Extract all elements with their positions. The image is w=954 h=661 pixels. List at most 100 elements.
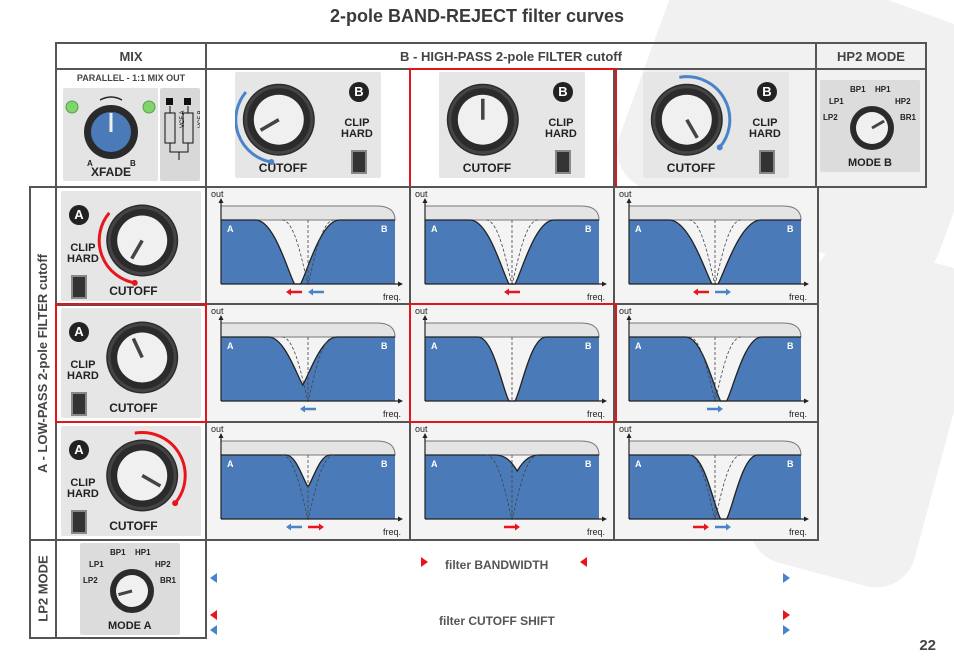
clip-hard-switch[interactable] xyxy=(71,510,87,534)
page-number: 22 xyxy=(919,637,936,654)
led-a-icon xyxy=(65,100,79,114)
mode-option-hp2: HP2 xyxy=(155,560,171,569)
label-b: B xyxy=(787,224,794,234)
filter-curve-chart: out freq. A B xyxy=(211,424,403,537)
mode-option-lp2: LP2 xyxy=(823,113,838,122)
channel-badge: A xyxy=(69,205,89,225)
cutoff-label: CUTOFF xyxy=(462,161,512,175)
label-b: B xyxy=(787,341,794,351)
clip-hard-switch[interactable] xyxy=(555,150,571,174)
channel-badge: B xyxy=(553,82,573,102)
cutoff-knob[interactable] xyxy=(661,94,712,145)
filter-curve-chart: out freq. A B xyxy=(619,306,809,419)
mode-label: MODE A xyxy=(108,620,152,632)
clip-hard-label: CLIP HARD xyxy=(67,242,99,265)
clip-hard-label: CLIP HARD xyxy=(545,117,577,140)
mode-option-lp2: LP2 xyxy=(83,576,98,585)
clip-hard-label: CLIP HARD xyxy=(749,117,781,140)
envelope-shape xyxy=(424,440,600,456)
cutoff-label: CUTOFF xyxy=(258,161,308,175)
mode-option-lp1: LP1 xyxy=(829,97,844,106)
x-axis-label: freq. xyxy=(383,527,401,537)
label-b: B xyxy=(381,224,388,234)
mode-option-bp1: BP1 xyxy=(110,548,126,557)
label-a: A xyxy=(431,224,438,234)
svg-text:VCF A: VCF A xyxy=(180,111,186,128)
mode-selector-graphic: LP2 LP1 BP1 HP1 HP2 BR1 MODE A xyxy=(83,548,177,632)
jack-panel: VCF A VCF B xyxy=(160,88,200,181)
x-axis-label: freq. xyxy=(789,409,807,419)
label-b: B xyxy=(585,341,592,351)
channel-badge: B xyxy=(757,82,777,102)
envelope-shape xyxy=(220,322,396,338)
mode-option-bp1: BP1 xyxy=(850,85,866,94)
header-hp2-mode: HP2 MODE xyxy=(815,42,927,70)
cutoff-label: CUTOFF xyxy=(109,284,158,298)
label-a: A xyxy=(227,341,234,351)
y-axis-label: out xyxy=(415,424,428,434)
a-cutoff-panel: A CLIP HARD CUTOFF xyxy=(61,191,201,301)
y-axis-label: out xyxy=(211,189,224,199)
envelope-shape xyxy=(628,205,802,221)
jack-diagram: VCF A VCF B xyxy=(164,98,200,160)
lp2-mode-label: LP2 MODE xyxy=(35,555,51,622)
cutoff-label: CUTOFF xyxy=(666,161,716,175)
filter-curve-chart: out freq. A B xyxy=(211,306,403,419)
envelope-shape xyxy=(220,440,396,456)
envelope-shape xyxy=(628,322,802,338)
channel-badge: A xyxy=(69,322,89,342)
clip-hard-switch[interactable] xyxy=(351,150,367,174)
a-cutoff-panel: A CLIP HARD CUTOFF xyxy=(61,426,201,536)
y-axis-label: out xyxy=(415,189,428,199)
mix-caption: PARALLEL - 1:1 MIX OUT xyxy=(76,73,186,83)
x-axis-label: freq. xyxy=(789,527,807,537)
xfade-panel: A B XFADE xyxy=(63,88,158,181)
b-cutoff-panel: B CLIP HARD CUTOFF xyxy=(643,72,789,178)
x-axis-label: freq. xyxy=(789,292,807,302)
mode-option-hp1: HP1 xyxy=(875,85,891,94)
x-axis-label: freq. xyxy=(587,292,605,302)
page-title: 2-pole BAND-REJECT filter curves xyxy=(329,6,625,26)
clip-hard-label: CLIP HARD xyxy=(67,359,99,382)
b-cutoff-panel: B CLIP HARD CUTOFF xyxy=(439,72,585,178)
x-axis-label: freq. xyxy=(383,292,401,302)
mode-option-br1: BR1 xyxy=(900,113,917,122)
x-axis-label: freq. xyxy=(587,409,605,419)
x-axis-label: freq. xyxy=(383,409,401,419)
mode-label: MODE B xyxy=(848,157,892,169)
label-b: B xyxy=(381,341,388,351)
mode-option-br1: BR1 xyxy=(160,576,177,585)
label-a: A xyxy=(431,341,438,351)
clip-hard-switch[interactable] xyxy=(71,275,87,299)
envelope-shape xyxy=(424,322,600,338)
x-axis-label: freq. xyxy=(587,527,605,537)
clip-hard-switch[interactable] xyxy=(759,150,775,174)
legend-cutoff-shift: filter CUTOFF SHIFT xyxy=(439,614,555,628)
label-b: B xyxy=(381,459,388,469)
label-b: B xyxy=(585,224,592,234)
mode-option-hp1: HP1 xyxy=(135,548,151,557)
header-mix: MIX xyxy=(55,42,207,70)
channel-badge: B xyxy=(349,82,369,102)
clip-hard-switch[interactable] xyxy=(71,392,87,416)
filter-curve-chart: out freq. A B xyxy=(619,424,809,537)
envelope-shape xyxy=(424,205,600,221)
label-a: A xyxy=(635,341,642,351)
clip-hard-label: CLIP HARD xyxy=(67,477,99,500)
label-b: B xyxy=(585,459,592,469)
b-cutoff-panel: B CLIP HARD CUTOFF xyxy=(235,72,381,178)
envelope-shape xyxy=(220,205,396,221)
cutoff-label: CUTOFF xyxy=(109,519,158,533)
y-axis-label: out xyxy=(211,306,224,316)
label-a: A xyxy=(635,224,642,234)
filter-curve-chart: out freq. A B xyxy=(415,306,607,419)
envelope-shape xyxy=(628,440,802,456)
y-axis-label: out xyxy=(211,424,224,434)
cutoff-label: CUTOFF xyxy=(109,401,158,415)
a-cutoff-panel: A CLIP HARD CUTOFF xyxy=(61,308,201,418)
filter-curve-chart: out freq. A B xyxy=(619,189,809,302)
y-axis-label: out xyxy=(619,306,632,316)
mode-selector-graphic: LP2 LP1 BP1 HP1 HP2 BR1 MODE B xyxy=(823,85,917,169)
clip-hard-label: CLIP HARD xyxy=(341,117,373,140)
mode-option-lp1: LP1 xyxy=(89,560,104,569)
